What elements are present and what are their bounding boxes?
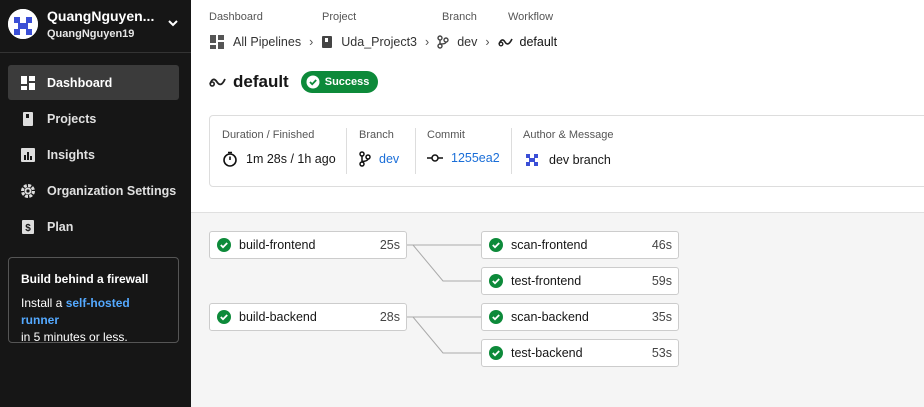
job-name: scan-backend <box>511 310 589 324</box>
author-avatar <box>523 151 541 169</box>
breadcrumb-label-workflow: Workflow <box>508 11 554 23</box>
job-duration: 28s <box>379 310 400 324</box>
chevron-right-icon: › <box>425 35 430 49</box>
job-build-frontend[interactable]: build-frontend 25s <box>209 231 407 259</box>
branch-icon <box>437 35 449 49</box>
check-circle-icon <box>489 274 503 288</box>
sidebar: QuangNguyen... QuangNguyen19 Dashboard P… <box>0 0 191 407</box>
org-name: QuangNguyen... <box>47 8 155 24</box>
sidebar-item-dashboard[interactable]: Dashboard <box>8 65 179 100</box>
sidebar-item-plan[interactable]: $ Plan <box>8 209 179 244</box>
check-circle-icon <box>306 75 320 89</box>
breadcrumb-label-dashboard: Dashboard <box>209 11 263 23</box>
job-duration: 25s <box>379 238 400 252</box>
sidebar-item-label: Insights <box>47 147 95 162</box>
breadcrumb: All Pipelines › Uda_Project3 › dev › def… <box>209 33 557 51</box>
job-duration: 46s <box>651 238 672 252</box>
workflow-icon <box>209 78 226 87</box>
job-duration: 59s <box>651 274 672 288</box>
commit-icon <box>427 153 443 163</box>
sidebar-item-insights[interactable]: Insights <box>8 137 179 172</box>
promo-title: Build behind a firewall <box>21 272 149 286</box>
job-name: build-backend <box>239 310 317 324</box>
workflow-info-card: Duration / Finished 1m 28s / 1h ago Bran… <box>209 115 924 187</box>
sidebar-item-label: Projects <box>47 111 97 126</box>
status-badge: Success <box>300 71 379 93</box>
chevron-right-icon: › <box>485 35 490 49</box>
check-circle-icon <box>217 310 231 324</box>
job-test-backend[interactable]: test-backend 53s <box>481 339 679 367</box>
chevron-right-icon: › <box>309 35 314 49</box>
job-name: test-backend <box>511 346 583 360</box>
duration-value-row: 1m 28s / 1h ago <box>222 151 336 167</box>
check-circle-icon <box>489 310 503 324</box>
workflow-icon <box>497 38 513 47</box>
commit-link[interactable]: 1255ea2 <box>451 151 500 165</box>
org-avatar <box>8 9 38 39</box>
commit-label: Commit <box>427 129 465 141</box>
gear-icon <box>20 183 36 199</box>
breadcrumb-branch[interactable]: dev <box>457 35 477 49</box>
org-switcher[interactable]: QuangNguyen... QuangNguyen19 <box>0 0 191 53</box>
divider <box>415 128 416 174</box>
branch-label: Branch <box>359 129 394 141</box>
workflow-graph: build-frontend 25s build-backend 28s sca… <box>191 212 924 407</box>
branch-value-row: dev <box>359 151 399 167</box>
job-scan-frontend[interactable]: scan-frontend 46s <box>481 231 679 259</box>
duration-label: Duration / Finished <box>222 129 315 141</box>
pipelines-icon <box>210 35 224 49</box>
divider <box>346 128 347 174</box>
project-icon <box>322 36 333 48</box>
duration-value: 1m 28s / 1h ago <box>246 152 336 166</box>
job-name: test-frontend <box>511 274 582 288</box>
job-duration: 53s <box>651 346 672 360</box>
promo-text: Install a <box>21 296 66 310</box>
dashboard-icon <box>20 75 36 91</box>
check-circle-icon <box>489 238 503 252</box>
sidebar-item-projects[interactable]: Projects <box>8 101 179 136</box>
book-icon <box>20 111 36 127</box>
sidebar-item-organization-settings[interactable]: Organization Settings <box>8 173 179 208</box>
breadcrumb-project[interactable]: Uda_Project3 <box>341 35 417 49</box>
breadcrumb-label-branch: Branch <box>442 11 477 23</box>
check-circle-icon <box>489 346 503 360</box>
job-scan-backend[interactable]: scan-backend 35s <box>481 303 679 331</box>
author-label: Author & Message <box>523 129 614 141</box>
job-name: build-frontend <box>239 238 316 252</box>
page-title: default Success <box>209 71 379 93</box>
org-username: QuangNguyen19 <box>47 28 135 40</box>
svg-text:$: $ <box>25 223 31 234</box>
divider <box>511 128 512 174</box>
branch-link[interactable]: dev <box>379 152 399 166</box>
breadcrumb-workflow: default <box>519 35 558 49</box>
commit-value-row: 1255ea2 <box>427 151 500 165</box>
chevron-down-icon <box>168 20 178 27</box>
check-circle-icon <box>217 238 231 252</box>
sidebar-item-label: Dashboard <box>47 75 113 90</box>
commit-message: dev branch <box>549 153 611 167</box>
sidebar-item-label: Organization Settings <box>47 183 177 198</box>
breadcrumb-label-project: Project <box>322 11 357 23</box>
promo-text-suffix: in 5 minutes or less. <box>21 330 128 344</box>
timer-icon <box>222 151 238 167</box>
status-text: Success <box>324 76 370 88</box>
dollar-icon: $ <box>20 219 36 235</box>
author-value-row: dev branch <box>523 151 611 169</box>
firewall-promo: Build behind a firewall Install a self-h… <box>8 257 179 344</box>
job-duration: 35s <box>651 310 672 324</box>
job-name: scan-frontend <box>511 238 588 252</box>
branch-icon <box>359 151 371 167</box>
sidebar-item-label: Plan <box>47 219 74 234</box>
chart-icon <box>20 147 36 163</box>
job-test-frontend[interactable]: test-frontend 59s <box>481 267 679 295</box>
job-build-backend[interactable]: build-backend 28s <box>209 303 407 331</box>
workflow-name: default <box>233 72 289 91</box>
breadcrumb-all-pipelines[interactable]: All Pipelines <box>233 35 301 49</box>
